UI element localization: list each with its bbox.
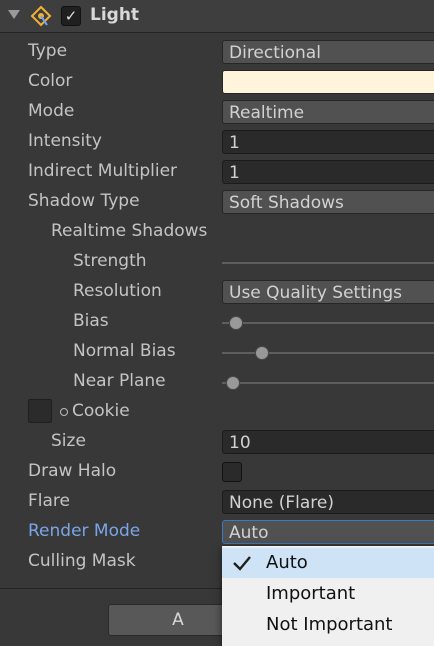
- component-enabled-checkbox[interactable]: ✓: [61, 6, 81, 26]
- component-title: Light: [90, 5, 140, 25]
- realtime-shadows-label: Realtime Shadows: [51, 221, 208, 241]
- render-mode-popup: Auto Important Not Important: [222, 546, 434, 646]
- mode-dropdown[interactable]: Realtime: [222, 100, 434, 124]
- normal-bias-slider-handle[interactable]: [255, 346, 269, 360]
- checkmark-icon: [233, 556, 251, 571]
- resolution-label: Resolution: [73, 281, 162, 301]
- near-plane-slider-track[interactable]: [222, 382, 434, 384]
- color-label: Color: [28, 71, 73, 91]
- near-plane-label: Near Plane: [73, 371, 166, 391]
- size-field[interactable]: 10: [222, 430, 434, 454]
- indirect-multiplier-field[interactable]: 1: [222, 160, 434, 184]
- mode-row: Mode Realtime: [0, 97, 434, 127]
- near-plane-slider-handle[interactable]: [226, 376, 240, 390]
- render-mode-option-important[interactable]: Important: [222, 579, 434, 609]
- normal-bias-slider-track[interactable]: [222, 352, 434, 354]
- normal-bias-row: Normal Bias: [0, 337, 434, 367]
- light-component-icon: [30, 5, 52, 27]
- resolution-row: Resolution Use Quality Settings: [0, 277, 434, 307]
- render-mode-option-label: Auto: [266, 552, 308, 573]
- render-mode-row: Render Mode Auto: [0, 517, 434, 547]
- component-header[interactable]: ✓ Light: [0, 0, 434, 33]
- intensity-label: Intensity: [28, 131, 102, 151]
- type-dropdown[interactable]: Directional: [222, 40, 434, 64]
- render-mode-option-auto[interactable]: Auto: [222, 548, 434, 578]
- resolution-dropdown[interactable]: Use Quality Settings: [222, 280, 434, 304]
- indirect-multiplier-row: Indirect Multiplier 1: [0, 157, 434, 187]
- mode-label: Mode: [28, 101, 75, 121]
- draw-halo-row: Draw Halo: [0, 457, 434, 487]
- indirect-multiplier-label: Indirect Multiplier: [28, 161, 178, 181]
- render-mode-option-label: Not Important: [266, 614, 393, 635]
- bias-row: Bias: [0, 307, 434, 337]
- normal-bias-label: Normal Bias: [73, 341, 176, 361]
- render-mode-label: Render Mode: [28, 521, 141, 541]
- color-field[interactable]: [222, 70, 434, 94]
- near-plane-row: Near Plane: [0, 367, 434, 397]
- intensity-row: Intensity 1: [0, 127, 434, 157]
- realtime-shadows-row: Realtime Shadows: [0, 217, 434, 247]
- render-mode-option-not-important[interactable]: Not Important: [222, 610, 434, 640]
- shadow-type-label: Shadow Type: [28, 191, 140, 211]
- render-mode-option-label: Important: [266, 583, 356, 604]
- render-mode-dropdown[interactable]: Auto: [222, 520, 434, 544]
- color-row: Color: [0, 67, 434, 97]
- flare-label: Flare: [28, 491, 70, 511]
- cookie-texture-slot[interactable]: [28, 399, 52, 423]
- type-row: Type Directional: [0, 37, 434, 67]
- bias-slider-track[interactable]: [222, 322, 434, 324]
- bias-slider-handle[interactable]: [229, 316, 243, 330]
- size-row: Size 10: [0, 427, 434, 457]
- cookie-object-picker-icon[interactable]: [60, 408, 68, 416]
- strength-slider[interactable]: [222, 262, 434, 264]
- bias-label: Bias: [73, 311, 109, 331]
- size-label: Size: [51, 431, 86, 451]
- draw-halo-label: Draw Halo: [28, 461, 117, 481]
- strength-row: Strength: [0, 247, 434, 277]
- intensity-field[interactable]: 1: [222, 130, 434, 154]
- culling-mask-label: Culling Mask: [28, 551, 136, 571]
- cookie-row: Cookie: [0, 397, 434, 427]
- strength-label: Strength: [73, 251, 147, 271]
- type-label: Type: [28, 41, 68, 61]
- draw-halo-checkbox[interactable]: [222, 462, 242, 482]
- flare-row: Flare None (Flare): [0, 487, 434, 517]
- flare-object-field[interactable]: None (Flare): [222, 490, 434, 514]
- foldout-arrow-icon[interactable]: [8, 10, 20, 19]
- cookie-label: Cookie: [72, 401, 130, 421]
- shadow-type-row: Shadow Type Soft Shadows: [0, 187, 434, 217]
- shadow-type-dropdown[interactable]: Soft Shadows: [222, 190, 434, 214]
